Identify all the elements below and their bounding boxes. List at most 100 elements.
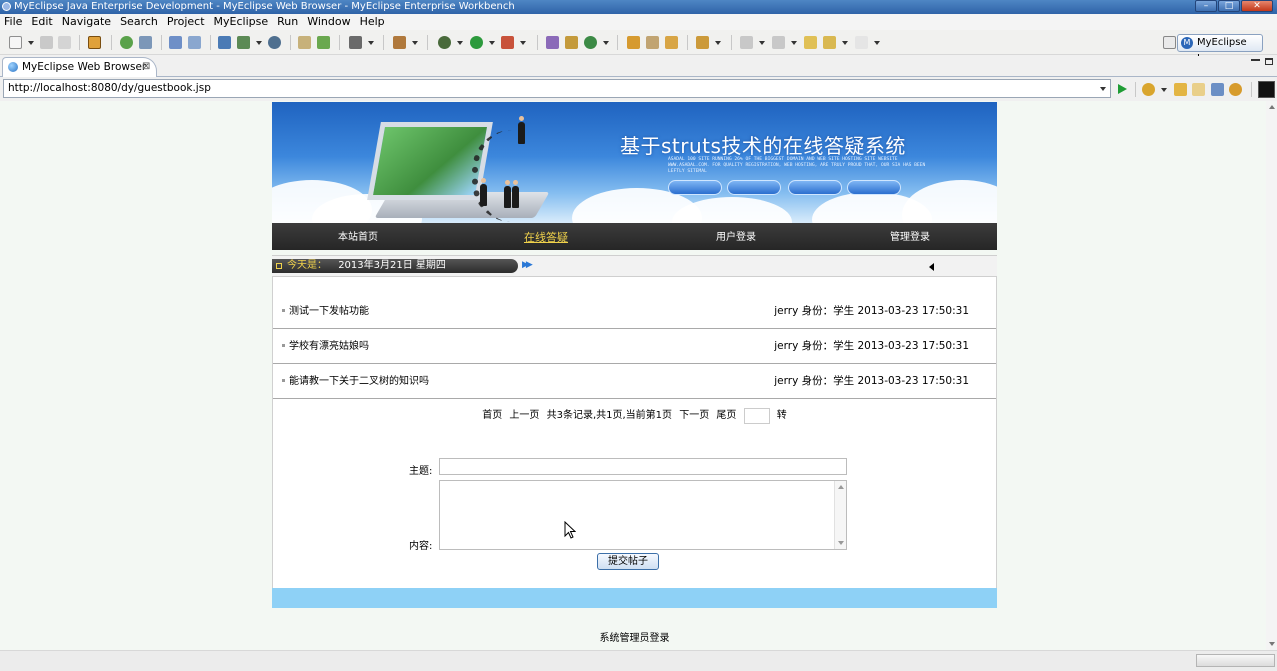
refresh-icon[interactable] [1229,83,1242,96]
chevron-down-icon[interactable] [368,41,374,45]
chevron-down-icon[interactable] [520,41,526,45]
chevron-down-icon[interactable] [603,41,609,45]
menu-window[interactable]: Window [303,14,355,30]
nav-home-link[interactable]: 本站首页 [338,223,378,253]
banner-button[interactable] [668,180,722,195]
back-icon[interactable] [823,36,836,49]
banner-button[interactable] [847,180,901,195]
chevron-down-icon[interactable] [457,41,463,45]
browser-back-icon[interactable] [1174,83,1187,96]
pager-prev-link[interactable]: 上一页 [509,410,539,421]
chevron-down-icon[interactable] [874,41,880,45]
folder-icon[interactable] [696,36,709,49]
pager-first-link[interactable]: 首页 [482,410,502,421]
external-tools-icon[interactable] [501,36,514,49]
print-icon[interactable] [58,36,71,49]
previous-annotation-icon[interactable] [772,36,785,49]
new-icon[interactable] [9,36,22,49]
perspective-switcher[interactable]: M MyEclipse J... [1177,34,1263,64]
chevron-down-icon[interactable] [1100,87,1106,91]
forward-icon[interactable] [855,36,868,49]
maximize-view-icon[interactable] [1265,58,1273,65]
pager-last-link[interactable]: 尾页 [716,410,736,421]
stop-icon[interactable] [1211,83,1224,96]
last-edit-icon[interactable] [804,36,817,49]
scroll-up-icon[interactable] [838,485,844,489]
deploy-tool-icon[interactable] [218,36,231,49]
chevron-down-icon[interactable] [28,41,34,45]
menu-file[interactable]: File [0,14,27,30]
report-icon[interactable] [393,36,406,49]
scroll-down-icon[interactable] [1269,642,1275,646]
minimize-view-icon[interactable] [1251,59,1260,61]
maximize-icon[interactable]: □ [1218,0,1240,12]
open-perspective-icon[interactable] [1163,36,1176,49]
pager-summary: 共3条记录,共1页,当前第1页 [546,410,673,421]
debug-run-icon[interactable] [438,36,451,49]
page-jump-input[interactable] [743,408,770,424]
menu-project[interactable]: Project [163,14,210,30]
new-class-icon[interactable] [584,36,597,49]
new-package-icon[interactable] [565,36,578,49]
new-web-icon[interactable] [317,36,330,49]
open-type-icon[interactable] [298,36,311,49]
pager-go-link[interactable]: 转 [777,410,787,421]
chevron-down-icon[interactable] [256,41,262,45]
minimize-icon[interactable]: – [1195,0,1217,12]
post-subject-link[interactable]: 能请教一下关于二叉树的知识吗 [289,364,429,399]
menu-navigate[interactable]: Navigate [58,14,116,30]
chevron-down-icon[interactable] [759,41,765,45]
save-icon[interactable] [40,36,53,49]
post-subject-link[interactable]: 测试一下发帖功能 [289,294,369,329]
view-menu-icon[interactable] [1258,81,1275,98]
banner-button[interactable] [727,180,781,195]
menu-help[interactable]: Help [356,14,390,30]
undeploy-icon[interactable] [188,36,201,49]
menu-search[interactable]: Search [116,14,163,30]
server-icon[interactable] [139,36,152,49]
close-icon[interactable]: ✕ [1241,0,1273,12]
open-folder-icon[interactable] [627,36,640,49]
server-run-icon[interactable] [237,36,250,49]
close-tab-icon[interactable]: ⊠ [142,58,150,76]
new-java-project-icon[interactable] [546,36,559,49]
browser-icon[interactable] [268,36,281,49]
chevron-down-icon[interactable] [715,41,721,45]
deploy-icon[interactable] [169,36,182,49]
scroll-down-icon[interactable] [838,541,844,545]
content-textarea[interactable] [439,480,847,550]
scroll-up-icon[interactable] [1269,105,1275,109]
pager-next-link[interactable]: 下一页 [679,410,709,421]
chevron-down-icon[interactable] [1161,88,1167,92]
menu-run[interactable]: Run [273,14,303,30]
banner-button[interactable] [788,180,842,195]
debug-icon[interactable] [120,36,133,49]
go-icon[interactable] [1118,84,1127,94]
camera-icon[interactable] [349,36,362,49]
cloud-decoration [902,180,997,223]
nav-qa-link[interactable]: 在线答疑 [524,223,568,253]
run-icon[interactable] [470,36,483,49]
favorites-icon[interactable] [1142,83,1155,96]
admin-login-link[interactable]: 系统管理员登录 [272,629,997,644]
nav-user-login-link[interactable]: 用户登录 [716,223,756,253]
submit-post-button[interactable]: 提交帖子 [597,553,659,570]
textarea-scrollbar[interactable] [834,481,846,549]
next-annotation-icon[interactable] [740,36,753,49]
open-task-icon[interactable] [665,36,678,49]
package-icon[interactable] [88,36,101,49]
browser-scrollbar[interactable] [1266,101,1277,650]
chevron-down-icon[interactable] [842,41,848,45]
browser-forward-icon[interactable] [1192,83,1205,96]
post-subject-link[interactable]: 学校有漂亮姑娘吗 [289,329,369,364]
tab-web-browser[interactable]: MyEclipse Web Browser ⊠ [2,57,157,77]
url-input[interactable]: http://localhost:8080/dy/guestbook.jsp [3,79,1111,98]
chevron-down-icon[interactable] [791,41,797,45]
nav-admin-login-link[interactable]: 管理登录 [890,223,930,253]
search-icon[interactable] [646,36,659,49]
subject-input[interactable] [439,458,847,475]
menu-edit[interactable]: Edit [27,14,57,30]
menu-myeclipse[interactable]: MyEclipse [210,14,274,30]
chevron-down-icon[interactable] [412,41,418,45]
chevron-down-icon[interactable] [489,41,495,45]
